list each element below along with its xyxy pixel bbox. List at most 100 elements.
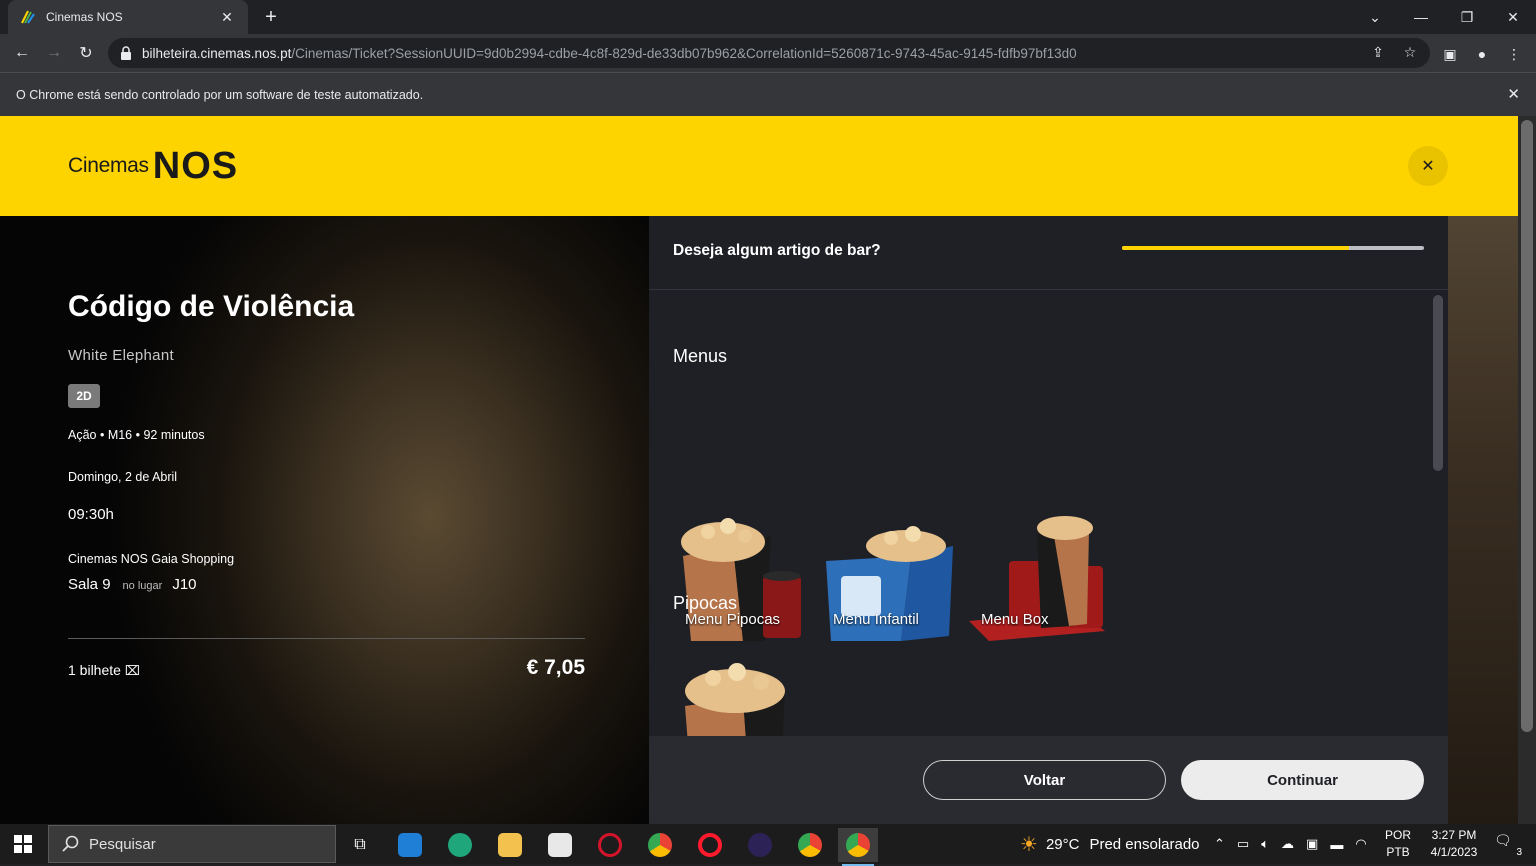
mail-app-icon[interactable] — [390, 828, 430, 862]
display-icon[interactable]: ▣ — [1306, 836, 1318, 852]
genre-line: Ação • M16 • 92 minutos — [68, 428, 205, 442]
site-header: Cinemas NOS ✕ — [0, 116, 1518, 216]
total-price: € 7,05 — [526, 656, 585, 679]
weather-sun-icon: ☀ — [1020, 833, 1038, 856]
tab-title: Cinemas NOS — [46, 10, 123, 24]
chrome-active-app-icon[interactable] — [838, 828, 878, 866]
items-scroll-area[interactable]: Menus Menu Pipocas Menu Infantil Menu Bo… — [649, 291, 1448, 736]
section-title-pipocas: Pipocas — [673, 593, 738, 613]
logo-text: Cinemas — [68, 154, 149, 177]
battery-icon[interactable]: ▬ — [1330, 837, 1343, 852]
product-card-pipocas[interactable] — [673, 646, 809, 736]
weather-desc: Pred ensolarado — [1089, 835, 1200, 853]
session-date: Domingo, 2 de Abril — [68, 470, 178, 484]
room-label: Sala 9 — [68, 576, 111, 593]
menu-kebab-icon[interactable]: ⋮ — [1504, 44, 1524, 64]
browser-tab[interactable]: Cinemas NOS ✕ — [8, 0, 248, 34]
windows-taskbar: Pesquisar ⧉ ☀ 29°C Pred ensolarado ⌃ ▭ 🔈… — [0, 824, 1536, 866]
address-bar[interactable]: bilheteira.cinemas.nos.pt/Cinemas/Ticket… — [108, 38, 1430, 68]
cinema-name: Cinemas NOS Gaia Shopping — [68, 552, 235, 566]
store-app-icon[interactable] — [540, 828, 580, 862]
lang-line-2: PTB — [1386, 845, 1410, 859]
file-explorer-icon[interactable] — [490, 828, 530, 862]
section-title-menus: Menus — [673, 346, 728, 366]
tab-close-icon[interactable]: ✕ — [218, 9, 236, 26]
url-path: /Cinemas/Ticket?SessionUUID=9d0b2994-cdb… — [291, 45, 1077, 61]
pipocas-image — [685, 663, 785, 736]
opera-gx-icon[interactable] — [590, 828, 630, 862]
chrome-profile-app-icon[interactable] — [790, 828, 830, 862]
lang-line-1: POR — [1384, 828, 1411, 842]
page-scrollbar-thumb[interactable] — [1521, 120, 1533, 732]
logo-brand: NOS — [153, 145, 238, 188]
ticket-icon: ⌧ — [124, 663, 140, 678]
lock-icon — [121, 46, 131, 60]
bar-items-panel: Deseja algum artigo de bar? Menus Menu P… — [649, 216, 1448, 824]
panel-scrollbar[interactable] — [1433, 295, 1443, 471]
window-close-button[interactable]: ✕ — [1490, 0, 1536, 34]
wifi-icon[interactable]: ◠ — [1355, 836, 1366, 852]
restore-button[interactable]: ❐ — [1444, 0, 1490, 34]
url-host: bilheteira.cinemas.nos.pt — [142, 45, 292, 61]
profile-icon[interactable]: ● — [1472, 44, 1492, 64]
action-footer: Voltar Continuar — [649, 736, 1448, 824]
notification-icon: 🗨︎ — [1494, 832, 1512, 848]
task-view-icon[interactable]: ⧉ — [340, 828, 380, 862]
tab-strip: Cinemas NOS ✕ + ⌄ — ❐ ✕ — [0, 0, 1536, 34]
clock-date: 4/1/2023 — [1430, 845, 1478, 859]
cinemas-nos-favicon-icon — [21, 10, 35, 24]
eclipse-app-icon[interactable] — [740, 828, 780, 862]
seat-number: J10 — [172, 576, 197, 593]
seat-info: Sala 9 no lugar J10 — [68, 576, 197, 593]
weather-widget[interactable]: ☀ 29°C Pred ensolarado — [1020, 824, 1200, 864]
progress-bar — [1122, 246, 1424, 250]
divider — [68, 638, 585, 639]
bookmark-star-icon[interactable]: ☆ — [1400, 42, 1420, 62]
tab-search-chevron-icon[interactable]: ⌄ — [1352, 0, 1398, 34]
close-icon: ✕ — [1421, 158, 1435, 175]
onedrive-cloud-icon[interactable]: ☁ — [1281, 836, 1294, 852]
step-question: Deseja algum artigo de bar? — [673, 242, 881, 259]
side-panel-icon[interactable]: ▣ — [1440, 44, 1460, 64]
product-label: Menu Box — [981, 611, 1049, 628]
reload-icon[interactable]: ↻ — [73, 40, 99, 66]
product-card-menu-pipocas[interactable]: Menu Pipocas — [673, 506, 809, 642]
back-arrow-icon[interactable]: ← — [9, 40, 35, 66]
minimize-button[interactable]: — — [1398, 0, 1444, 34]
notification-count: 3 — [1516, 847, 1522, 858]
product-card-menu-infantil[interactable]: Menu Infantil — [821, 506, 957, 642]
automation-infobar: O Chrome está sendo controlado por um so… — [0, 72, 1536, 116]
share-icon[interactable]: ⇪ — [1368, 42, 1388, 62]
session-summary: Código de Violência White Elephant 2D Aç… — [0, 216, 649, 824]
taskbar-search-box[interactable]: Pesquisar — [48, 825, 336, 863]
product-card-menu-box[interactable]: Menu Box — [969, 506, 1105, 642]
meet-now-icon[interactable]: ▭ — [1237, 836, 1249, 852]
chevron-up-icon[interactable]: ⌃ — [1214, 836, 1225, 852]
page-scrollbar[interactable] — [1518, 116, 1536, 824]
edge-app-icon[interactable] — [440, 828, 480, 862]
windows-start-icon[interactable] — [14, 835, 32, 853]
logo-brand-text: NOS — [152, 144, 239, 187]
system-tray: ⌃ ▭ 🔈︎ ☁ ▣ ▬ ◠ — [1214, 824, 1367, 864]
clock-time: 3:27 PM — [1431, 828, 1477, 842]
continue-button[interactable]: Continuar — [1181, 760, 1424, 800]
format-badge: 2D — [68, 384, 100, 408]
notification-center[interactable]: 🗨︎ 3 — [1494, 832, 1522, 858]
background-image-strip — [1448, 216, 1518, 824]
language-indicator[interactable]: POR PTB — [1382, 827, 1414, 861]
infobar-close-icon[interactable]: ✕ — [1507, 85, 1520, 103]
search-icon — [62, 835, 79, 852]
web-page: Cinemas NOS ✕ Código de Violência White … — [0, 116, 1536, 824]
movie-title: Código de Violência — [68, 290, 355, 323]
cinemas-nos-logo[interactable]: Cinemas NOS — [68, 138, 238, 194]
back-button[interactable]: Voltar — [923, 760, 1166, 800]
ticket-count-text: 1 bilhete — [68, 662, 121, 678]
browser-toolbar: ← → ↻ bilheteira.cinemas.nos.pt/Cinemas/… — [0, 34, 1536, 72]
forward-arrow-icon[interactable]: → — [41, 40, 67, 66]
taskbar-clock[interactable]: 3:27 PM 4/1/2023 — [1422, 827, 1486, 861]
chrome-app-icon[interactable] — [640, 828, 680, 862]
new-tab-button[interactable]: + — [260, 4, 282, 30]
close-button[interactable]: ✕ — [1408, 146, 1448, 186]
opera-app-icon[interactable] — [690, 828, 730, 862]
volume-icon[interactable]: 🔈︎ — [1261, 836, 1269, 852]
